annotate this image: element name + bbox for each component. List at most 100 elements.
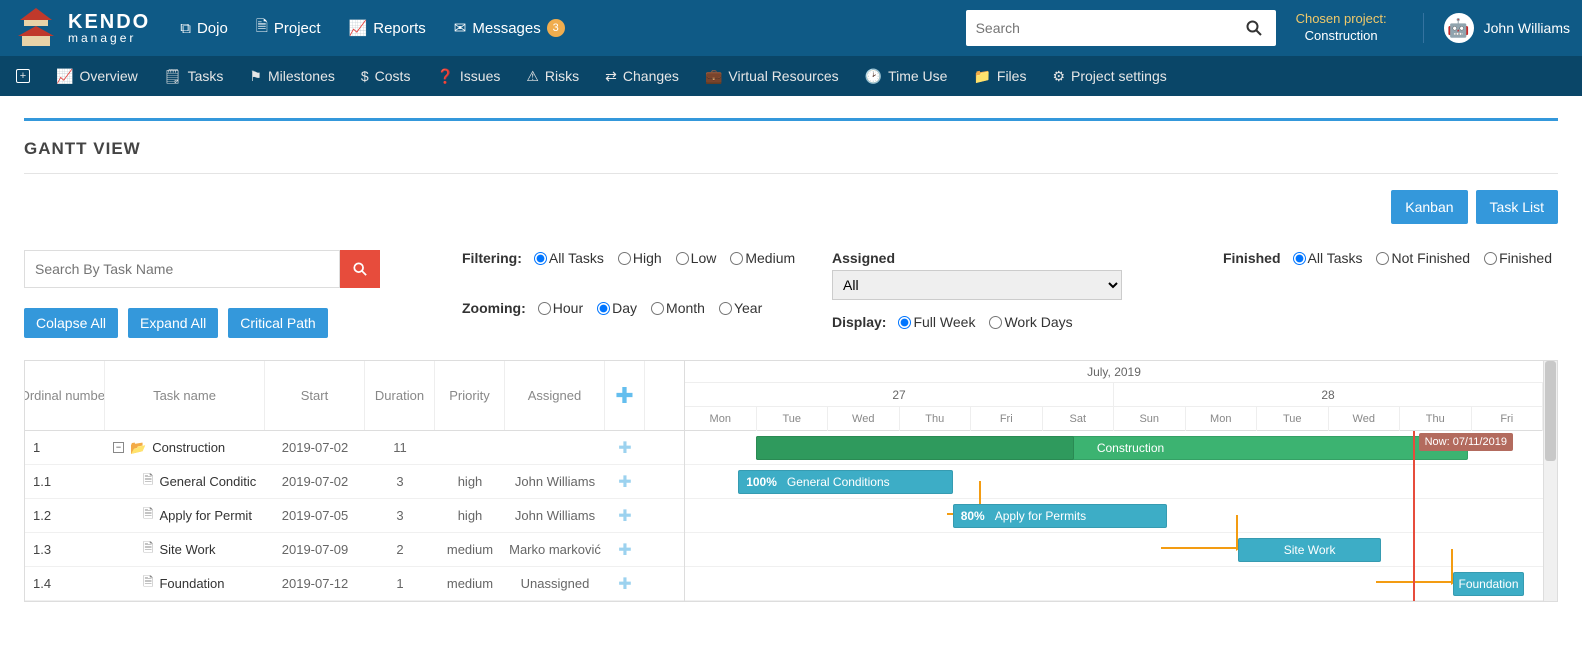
critical-path-button[interactable]: Critical Path [228, 308, 327, 338]
task-search-button[interactable] [340, 250, 380, 288]
gantt-timeline[interactable]: July, 2019 27 28 Mon Tue Wed Thu Fri Sat… [685, 361, 1543, 601]
filter-low[interactable]: Low [676, 250, 717, 266]
file-icon: 🗎 [143, 505, 153, 527]
finished-fin[interactable]: Finished [1484, 250, 1552, 266]
col-name: Task name [105, 361, 265, 430]
assigned-filter: Assigned All [832, 250, 1132, 300]
subnav-changes[interactable]: ⇄Changes [605, 68, 679, 85]
add-task-icon[interactable]: ✚ [605, 533, 645, 566]
subnav-costs[interactable]: $Costs [361, 68, 411, 84]
avatar: 🤖 [1444, 13, 1474, 43]
search-icon [353, 262, 367, 276]
tasklist-button[interactable]: Task List [1476, 190, 1558, 224]
col-ordinal: Ordinal number [25, 361, 105, 430]
collapse-all-button[interactable]: Colapse All [24, 308, 118, 338]
brand-text: KENDO manager [68, 12, 150, 44]
global-search [966, 10, 1276, 46]
gantt-bar[interactable]: 100%General Conditions [738, 470, 953, 494]
finished-group: Finished All Tasks Not Finished Finished [1223, 250, 1558, 266]
messages-badge: 3 [547, 19, 565, 37]
add-task-icon[interactable]: ✚ [605, 431, 645, 464]
nav-project[interactable]: 🗎Project [256, 16, 321, 41]
subnav-risks[interactable]: ⚠Risks [526, 68, 579, 85]
gantt-view: Ordinal number Task name Start Duration … [24, 360, 1558, 602]
clipboard-icon: 🗒 [164, 68, 182, 85]
folder-icon: 📁 [973, 68, 990, 85]
scroll-thumb[interactable] [1545, 361, 1556, 461]
zoom-month[interactable]: Month [651, 300, 705, 316]
nav-reports[interactable]: 📈Reports [349, 19, 426, 37]
clock-icon: 🕑 [865, 68, 882, 85]
filter-high[interactable]: High [618, 250, 662, 266]
display-full[interactable]: Full Week [898, 314, 975, 330]
subnav-tasks[interactable]: 🗒Tasks [164, 68, 224, 85]
kanban-button[interactable]: Kanban [1391, 190, 1467, 224]
nav-dojo[interactable]: ⧉Dojo [180, 20, 228, 37]
dollar-icon: $ [361, 68, 369, 84]
add-task-icon[interactable]: ✚ [605, 567, 645, 600]
now-marker [1413, 431, 1415, 601]
gantt-bar[interactable]: 80%Apply for Permits [953, 504, 1168, 528]
top-navbar: KENDO manager ⧉Dojo 🗎Project 📈Reports ✉M… [0, 0, 1582, 56]
finished-all[interactable]: All Tasks [1293, 250, 1363, 266]
finished-not[interactable]: Not Finished [1376, 250, 1470, 266]
table-row[interactable]: 1.4 🗎Foundation 2019-07-12 1 medium Unas… [25, 567, 684, 601]
brand-logo[interactable]: KENDO manager [12, 6, 150, 50]
search-input[interactable] [966, 20, 1246, 36]
file-icon: 🗎 [143, 573, 153, 595]
zooming-group: Zooming: Hour Day Month Year [462, 300, 802, 316]
subnav-files[interactable]: 📁Files [973, 68, 1026, 85]
warning-icon: ⚠ [526, 68, 539, 85]
assigned-select[interactable]: All [832, 270, 1122, 300]
user-menu[interactable]: 🤖 John Williams [1423, 13, 1570, 43]
table-row[interactable]: 1.2 🗎Apply for Permit 2019-07-05 3 high … [25, 499, 684, 533]
project-subnav: + 📈Overview 🗒Tasks ⚑Milestones $Costs ❓I… [0, 56, 1582, 96]
add-task-icon[interactable]: ✚ [605, 499, 645, 532]
vertical-scrollbar[interactable] [1543, 361, 1557, 601]
now-label: Now: 07/11/2019 [1419, 433, 1513, 451]
subnav-issues[interactable]: ❓Issues [436, 68, 500, 85]
chosen-project[interactable]: Chosen project: Construction [1296, 11, 1387, 45]
envelope-icon: ✉ [454, 19, 467, 37]
user-name: John Williams [1484, 20, 1570, 36]
file-icon: 🗎 [143, 539, 153, 561]
subnav-virtual[interactable]: 💼Virtual Resources [705, 68, 839, 85]
task-search-input[interactable] [24, 250, 340, 288]
col-priority: Priority [435, 361, 505, 430]
subnav-overview[interactable]: 📈Overview [56, 68, 138, 85]
filter-medium[interactable]: Medium [730, 250, 795, 266]
gantt-bar[interactable]: Foundation [1453, 572, 1524, 596]
plus-square-icon: + [16, 69, 30, 83]
search-button[interactable] [1246, 20, 1276, 36]
timeline-month: July, 2019 [685, 361, 1543, 383]
gantt-bar[interactable]: Site Work [1238, 538, 1380, 562]
subnav-milestones[interactable]: ⚑Milestones [249, 68, 334, 85]
subnav-add[interactable]: + [16, 69, 30, 83]
file-icon: 🗎 [256, 16, 268, 41]
zoom-hour[interactable]: Hour [538, 300, 583, 316]
table-row[interactable]: 1.3 🗎Site Work 2019-07-09 2 medium Marko… [25, 533, 684, 567]
expand-all-button[interactable]: Expand All [128, 308, 218, 338]
display-work[interactable]: Work Days [989, 314, 1072, 330]
zoom-day[interactable]: Day [597, 300, 637, 316]
folder-open-icon: 📂 [130, 440, 146, 456]
add-column-button[interactable]: ✚ [605, 361, 645, 430]
briefcase-icon: 💼 [705, 68, 722, 85]
zoom-year[interactable]: Year [719, 300, 762, 316]
top-menu: ⧉Dojo 🗎Project 📈Reports ✉Messages3 [180, 16, 565, 41]
add-task-icon[interactable]: ✚ [605, 465, 645, 498]
expander-icon[interactable]: − [113, 442, 124, 453]
subnav-settings[interactable]: ⚙Project settings [1052, 68, 1166, 85]
subnav-timeuse[interactable]: 🕑Time Use [865, 68, 948, 85]
gantt-table: Ordinal number Task name Start Duration … [25, 361, 685, 601]
nav-messages[interactable]: ✉Messages3 [454, 19, 565, 37]
filtering-group: Filtering: All Tasks High Low Medium [462, 250, 802, 266]
pagoda-icon [12, 6, 60, 50]
table-row[interactable]: 1 − 📂 Construction 2019-07-02 11 ✚ [25, 431, 684, 465]
filter-all[interactable]: All Tasks [534, 250, 604, 266]
exchange-icon: ⇄ [605, 68, 617, 85]
col-start: Start [265, 361, 365, 430]
table-row[interactable]: 1.1 🗎General Conditic 2019-07-02 3 high … [25, 465, 684, 499]
flag-icon: ⚑ [249, 68, 262, 85]
col-duration: Duration [365, 361, 435, 430]
